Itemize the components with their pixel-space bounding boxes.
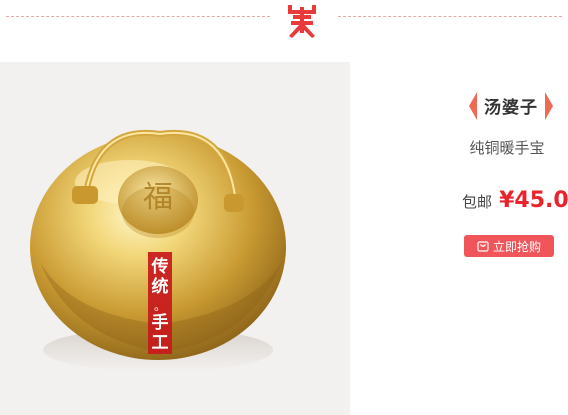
free-shipping-label: 包邮 <box>462 193 493 211</box>
badge-char-5: 工 <box>152 333 169 353</box>
product-name: 纯铜暖手宝 <box>469 139 545 157</box>
buy-now-button[interactable]: 立即抢购 <box>464 235 554 257</box>
brand-name: 汤婆子 <box>484 98 538 118</box>
shop-logo-icon <box>284 2 320 38</box>
lid-character: 福 <box>143 180 173 215</box>
brand-arrow-left-icon <box>469 92 477 120</box>
copper-hand-warmer-photo: 福 传 统 。 手 工 <box>30 129 286 372</box>
brand-arrow-right-icon <box>545 92 553 120</box>
divider-line-left <box>6 16 270 17</box>
product-image[interactable]: 福 传 统 。 手 工 <box>0 62 350 415</box>
price: ¥45.0 <box>499 188 568 213</box>
badge-char-2: 统 <box>152 276 169 297</box>
divider-line-right <box>338 16 562 17</box>
badge-char-3: 。 <box>154 299 166 313</box>
badge-char-1: 传 <box>151 256 169 277</box>
buy-now-label: 立即抢购 <box>492 239 541 254</box>
cart-icon <box>477 240 489 252</box>
brand-tag: 汤婆子 <box>469 88 553 124</box>
price-row: 包邮 ¥45.0 <box>462 188 568 213</box>
badge-char-4: 手 <box>152 312 169 333</box>
